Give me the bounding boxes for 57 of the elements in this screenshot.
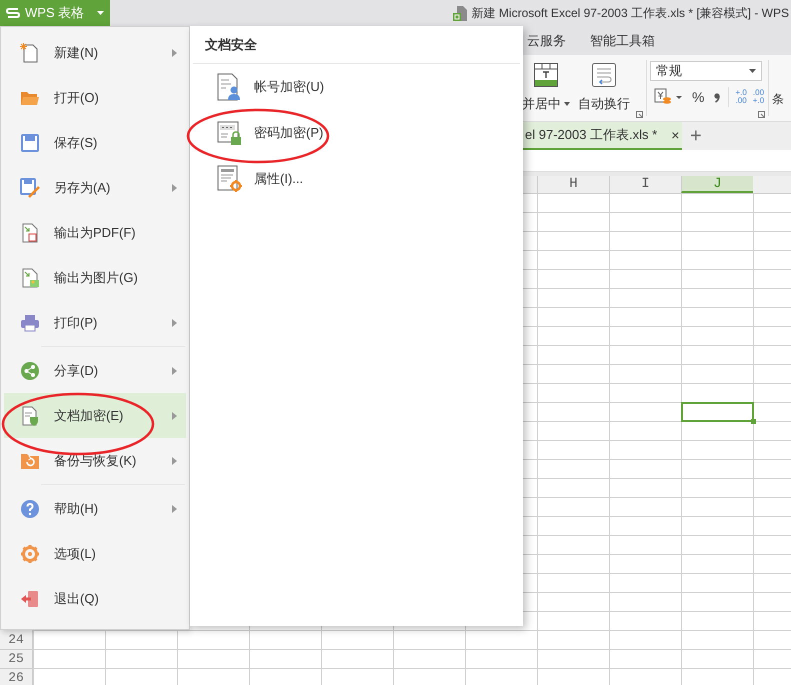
window-title: 新建 Microsoft Excel 97-2003 工作表.xls * [兼容模式] - WPS <box>472 4 789 22</box>
caret-icon <box>564 102 570 106</box>
decimal-button[interactable]: .00 +.0 <box>752 89 764 105</box>
percent-button[interactable]: % <box>690 89 706 105</box>
gear-icon <box>20 544 40 564</box>
menu-item[interactable]: 新建(N) <box>4 30 186 75</box>
wrap-text-icon <box>592 63 616 87</box>
dialog-launcher-icon[interactable] <box>758 111 766 118</box>
ribbon-tab[interactable]: 智能工具箱 <box>590 32 655 50</box>
decimal-button[interactable]: +.0 .00 <box>735 89 747 105</box>
wrap-text-button[interactable]: 自动换行 <box>578 61 630 121</box>
menu-item[interactable]: 输出为PDF(F) <box>4 210 186 255</box>
submenu-item[interactable]: 密码加密(P) <box>190 110 523 156</box>
shield-document-icon <box>20 406 40 426</box>
menu-item[interactable]: 备份与恢复(K) <box>4 438 186 483</box>
lock-document-icon <box>217 119 243 147</box>
menu-item[interactable]: 帮助(H) <box>4 486 186 531</box>
new-document-icon <box>20 42 40 62</box>
ribbon-button-label[interactable]: 条 <box>772 55 784 121</box>
menu-item[interactable]: 输出为图片(G) <box>4 255 186 300</box>
submenu-item[interactable]: 帐号加密(U) <box>190 64 523 110</box>
menu-item[interactable]: 退出(Q) <box>4 576 186 621</box>
row-number: 24 <box>0 631 32 650</box>
menu-item[interactable]: 保存(S) <box>4 120 186 165</box>
new-tab-button[interactable]: + <box>682 122 710 150</box>
column-header[interactable]: H <box>537 176 609 193</box>
merge-cells-icon <box>534 63 558 87</box>
image-document-icon <box>20 268 40 288</box>
exit-icon <box>20 588 40 608</box>
submenu-item[interactable]: 属性(I)... <box>190 156 523 202</box>
document-tab[interactable]: el 97-2003 工作表.xls * × <box>523 122 682 150</box>
tab-label: el 97-2003 工作表.xls * <box>525 126 658 144</box>
caret-icon <box>749 69 756 73</box>
menu-item[interactable]: 选项(L) <box>4 531 186 576</box>
user-document-icon <box>217 73 243 101</box>
menu-item[interactable]: 分享(D) <box>4 348 186 393</box>
logo-icon <box>6 7 20 19</box>
menu-item[interactable]: 打开(O) <box>4 75 186 120</box>
ribbon-tab[interactable]: 云服务 <box>527 32 566 50</box>
number-format-dropdown[interactable]: 常规 <box>650 61 762 81</box>
share-icon <box>20 360 40 380</box>
spreadsheet-file-icon <box>452 6 467 20</box>
close-tab-button[interactable]: × <box>671 127 680 143</box>
pdf-document-icon <box>20 222 40 242</box>
settings-document-icon <box>217 165 243 193</box>
help-icon <box>20 498 40 518</box>
submenu-title: 文档安全 <box>193 26 520 64</box>
floppy-pencil-icon <box>20 178 40 198</box>
menu-item[interactable]: 文档加密(E) <box>4 393 186 438</box>
currency-format-icon[interactable] <box>654 88 684 106</box>
row-number: 26 <box>0 669 32 685</box>
printer-icon <box>20 312 40 332</box>
menu-item[interactable]: 另存为(A) <box>4 165 186 210</box>
row-number: 25 <box>0 650 32 669</box>
caret-icon <box>97 11 104 15</box>
dialog-launcher-icon[interactable] <box>636 111 643 118</box>
menu-item[interactable]: 打印(P) <box>4 300 186 345</box>
